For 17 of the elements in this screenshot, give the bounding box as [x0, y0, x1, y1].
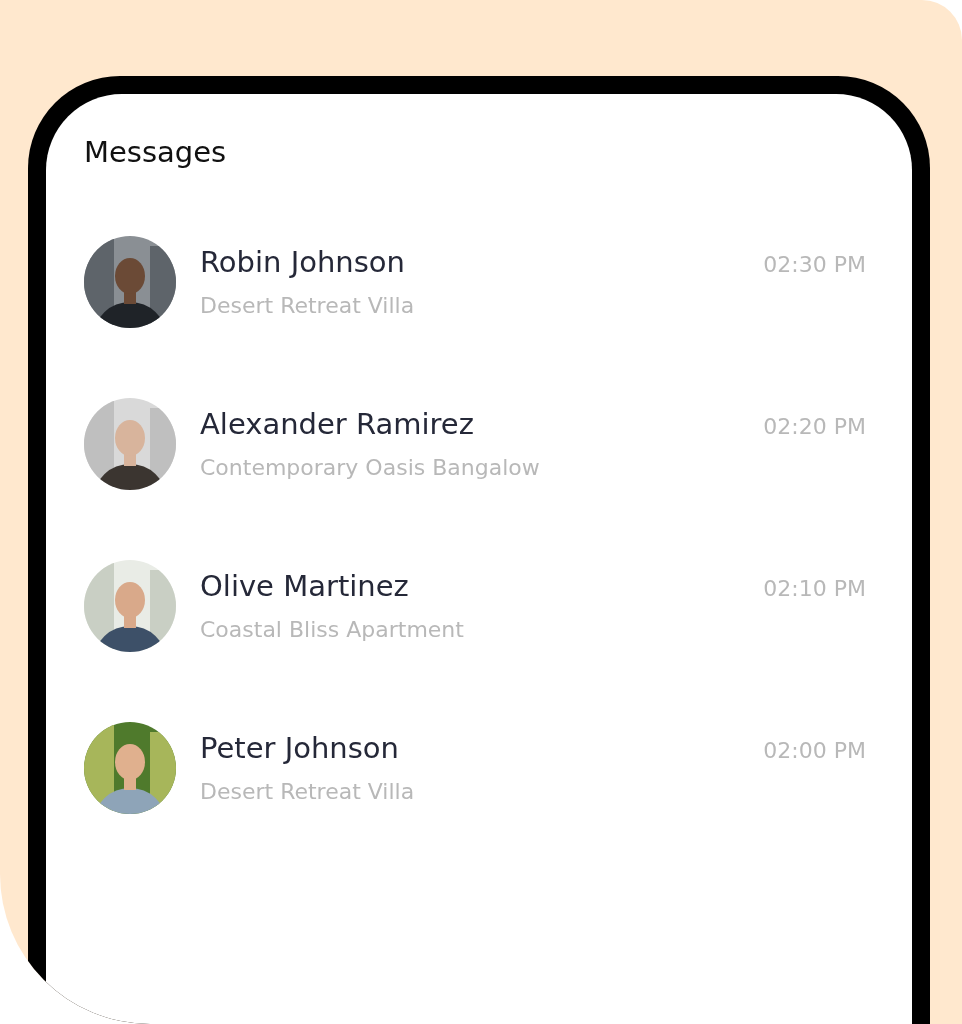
property-name: Coastal Bliss Apartment: [200, 616, 465, 644]
message-time: 02:30 PM: [763, 252, 866, 277]
conversation-item[interactable]: Robin Johnson 02:30 PM Desert Retreat Villa: [84, 236, 866, 328]
contact-name: Olive Martinez: [200, 568, 409, 604]
conversation-item[interactable]: Alexander Ramirez 02:20 PM Contemporary Oasis Bangalow: [84, 398, 866, 490]
conversation-item[interactable]: Olive Martinez 02:10 PM Coastal Bliss Apartment: [84, 560, 866, 652]
contact-name: Peter Johnson: [200, 730, 399, 766]
property-name: Desert Retreat Villa: [200, 292, 416, 320]
property-name: Desert Retreat Villa: [200, 778, 416, 806]
contact-name: Robin Johnson: [200, 244, 405, 280]
message-time: 02:20 PM: [763, 414, 866, 439]
screen-title: Messages: [84, 134, 228, 170]
message-time: 02:00 PM: [763, 738, 866, 763]
message-time: 02:10 PM: [763, 576, 866, 601]
conversation-item[interactable]: Peter Johnson 02:00 PM Desert Retreat Villa: [84, 722, 866, 814]
contact-name: Alexander Ramirez: [200, 406, 474, 442]
property-name: Contemporary Oasis Bangalow: [200, 454, 541, 482]
